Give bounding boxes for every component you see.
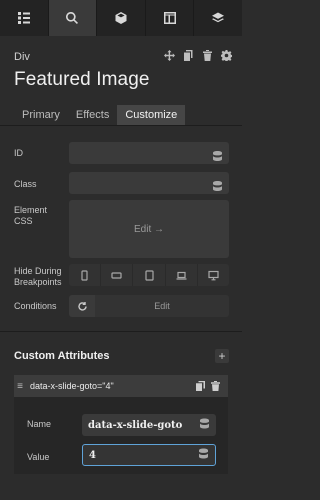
inspector-tabs: Primary Effects Customize — [14, 105, 186, 125]
element-title: Featured Image — [14, 69, 150, 90]
layout-icon — [163, 12, 176, 24]
conditions-toggle[interactable] — [69, 295, 95, 317]
add-attribute-button[interactable]: + — [215, 349, 229, 363]
breakpoint-xs[interactable] — [69, 264, 102, 286]
search-icon — [66, 12, 79, 24]
phone-icon — [81, 269, 88, 281]
element-css-edit-button[interactable]: Edit → — [69, 200, 229, 258]
class-input[interactable] — [69, 172, 229, 194]
move-button[interactable] — [164, 50, 175, 61]
tab-customize[interactable]: Customize — [117, 105, 186, 125]
breakpoint-sm[interactable] — [101, 264, 134, 286]
section-divider — [0, 331, 242, 332]
id-input[interactable] — [69, 142, 229, 164]
tab-effects[interactable]: Effects — [68, 105, 117, 125]
toolbar-tab-layout[interactable] — [146, 0, 195, 36]
copy-icon — [184, 50, 193, 61]
conditions-control: Edit — [69, 295, 229, 317]
conditions-edit-button[interactable]: Edit — [95, 295, 229, 317]
database-icon[interactable] — [199, 448, 208, 462]
trash-icon — [203, 50, 212, 61]
element-type: Div — [14, 51, 30, 63]
tab-primary[interactable]: Primary — [14, 105, 68, 125]
tablet-icon — [144, 269, 154, 281]
breakpoint-toggles — [69, 264, 229, 286]
attribute-item-body: Name data-x-slide-goto Value 4 — [14, 397, 228, 474]
breakpoint-lg[interactable] — [166, 264, 198, 286]
tabs-divider — [0, 125, 242, 126]
settings-button[interactable] — [221, 50, 232, 61]
laptop-icon — [176, 271, 187, 280]
trash-icon[interactable] — [211, 381, 220, 391]
id-label: ID — [14, 148, 23, 158]
drag-handle-icon[interactable]: ≡ — [14, 381, 26, 392]
attribute-summary: data-x-slide-goto="4" — [30, 381, 114, 391]
class-label: Class — [14, 179, 37, 189]
hide-breakpoints-label: Hide During Breakpoints — [14, 266, 62, 287]
duplicate-button[interactable] — [183, 50, 194, 61]
phone-landscape-icon — [111, 271, 122, 279]
element-css-label: Element CSS — [14, 205, 48, 226]
copy-icon[interactable] — [196, 381, 205, 391]
refresh-icon — [77, 301, 87, 311]
database-icon[interactable] — [213, 148, 222, 161]
conditions-label: Conditions — [14, 301, 57, 311]
attribute-item-header[interactable]: ≡ data-x-slide-goto="4" — [14, 375, 228, 397]
attribute-name-input[interactable]: data-x-slide-goto — [82, 414, 216, 436]
database-icon[interactable] — [200, 418, 209, 432]
box-icon — [115, 12, 127, 24]
layers-icon — [212, 12, 225, 23]
attribute-value-label: Value — [27, 452, 50, 462]
database-icon[interactable] — [213, 178, 222, 191]
toolbar-tab-layers[interactable] — [194, 0, 242, 36]
desktop-icon — [208, 270, 219, 280]
arrows-icon — [164, 50, 175, 61]
breakpoint-xl[interactable] — [198, 264, 229, 286]
custom-attributes-title: Custom Attributes — [14, 350, 110, 362]
breakpoint-md[interactable] — [133, 264, 166, 286]
toolbar-tab-elements[interactable] — [0, 0, 49, 36]
toolbar-tab-components[interactable] — [97, 0, 146, 36]
list-icon — [17, 12, 30, 24]
attribute-value-input[interactable]: 4 — [82, 444, 216, 466]
top-toolbar — [0, 0, 242, 36]
element-actions — [164, 50, 232, 61]
attribute-name-label: Name — [27, 419, 52, 429]
gear-icon — [221, 50, 232, 61]
delete-button[interactable] — [202, 50, 213, 61]
toolbar-tab-inspector[interactable] — [48, 0, 98, 36]
